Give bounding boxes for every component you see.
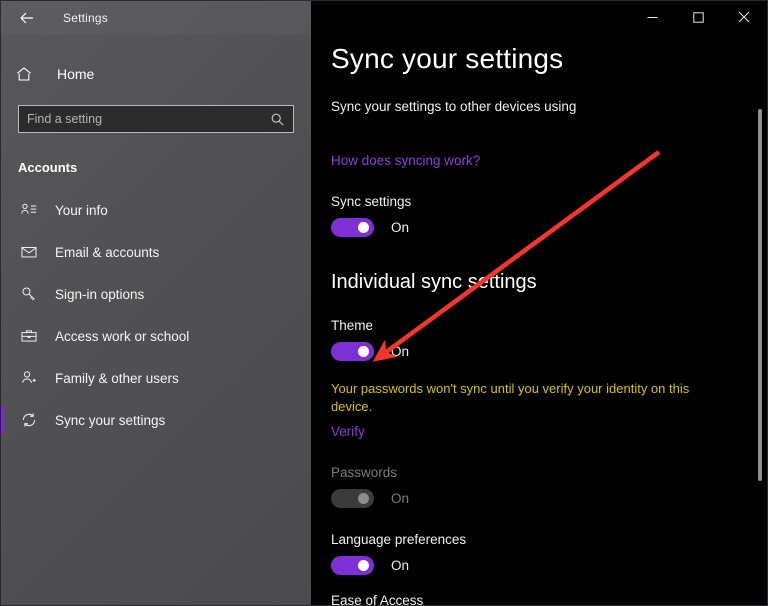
page-title: Sync your settings bbox=[331, 43, 564, 74]
verify-row: Verify bbox=[331, 423, 767, 441]
passwords-label: Passwords bbox=[331, 465, 398, 481]
sidebar-item-label: Family & other users bbox=[55, 370, 179, 386]
sync-settings-toggle-state: On bbox=[391, 220, 410, 235]
window-controls bbox=[629, 1, 767, 33]
close-button[interactable] bbox=[721, 1, 767, 33]
sidebar-item-access-work-school[interactable]: Access work or school bbox=[1, 315, 311, 357]
sidebar-home-label: Home bbox=[57, 66, 95, 82]
search-icon[interactable] bbox=[270, 112, 285, 127]
content-panel: Sync your settings Sync your settings to… bbox=[311, 1, 767, 605]
home-icon bbox=[15, 65, 41, 83]
sidebar-item-label: Email & accounts bbox=[55, 244, 160, 260]
language-preferences-label: Language preferences bbox=[331, 532, 467, 548]
sync-settings-page: Sync your settings Sync your settings to… bbox=[311, 1, 767, 605]
how-syncing-works-link[interactable]: How does syncing work? bbox=[331, 153, 480, 168]
sidebar-item-label: Sync your settings bbox=[55, 412, 166, 428]
passwords-toggle-row: On bbox=[331, 489, 767, 509]
sidebar-item-email-accounts[interactable]: Email & accounts bbox=[1, 231, 311, 273]
sidebar-item-your-info[interactable]: Your info bbox=[1, 189, 311, 231]
individual-sync-settings-heading: Individual sync settings bbox=[331, 271, 537, 293]
sync-settings-label: Sync settings bbox=[331, 194, 412, 209]
sidebar-nav: Your info Email & accounts Sign-in optio… bbox=[1, 189, 311, 441]
language-preferences-toggle-state: On bbox=[391, 558, 410, 574]
sync-settings-group: Sync settings On bbox=[331, 194, 767, 237]
maximize-button[interactable] bbox=[675, 1, 721, 33]
person-details-icon bbox=[18, 199, 40, 221]
titlebar-title: Settings bbox=[63, 11, 108, 25]
sidebar-item-sync-your-settings[interactable]: Sync your settings bbox=[1, 399, 311, 441]
back-arrow-icon[interactable] bbox=[13, 4, 41, 32]
language-preferences-group: Language preferences On bbox=[331, 532, 767, 576]
theme-toggle-state: On bbox=[391, 344, 410, 359]
sync-settings-toggle[interactable] bbox=[331, 218, 374, 237]
search-box[interactable] bbox=[18, 105, 294, 133]
sidebar-section-heading: Accounts bbox=[18, 160, 78, 175]
toggle-knob bbox=[358, 222, 369, 233]
sidebar-item-signin-options[interactable]: Sign-in options bbox=[1, 273, 311, 315]
sidebar-item-label: Sign-in options bbox=[55, 286, 145, 302]
theme-toggle[interactable] bbox=[331, 342, 374, 361]
page-subtitle: Sync your settings to other devices usin… bbox=[331, 99, 577, 114]
minimize-button[interactable] bbox=[629, 1, 675, 33]
sync-icon bbox=[18, 409, 40, 431]
briefcase-icon bbox=[18, 325, 40, 347]
selection-indicator bbox=[1, 406, 4, 434]
theme-toggle-row: On bbox=[331, 342, 767, 361]
password-sync-warning: Your passwords won't sync until you veri… bbox=[331, 381, 690, 414]
titlebar: Settings bbox=[1, 1, 311, 35]
toggle-knob bbox=[358, 560, 369, 572]
language-preferences-toggle-row: On bbox=[331, 556, 767, 576]
passwords-toggle-state: On bbox=[391, 491, 410, 507]
person-add-icon bbox=[18, 367, 40, 389]
sidebar-item-label: Access work or school bbox=[55, 328, 190, 344]
verify-link[interactable]: Verify bbox=[331, 424, 365, 439]
passwords-group: Passwords On bbox=[331, 465, 767, 509]
search-input[interactable] bbox=[27, 112, 270, 126]
account-name-line: . bbox=[331, 117, 335, 129]
envelope-icon bbox=[18, 241, 40, 263]
sync-settings-toggle-row: On bbox=[331, 218, 767, 237]
passwords-toggle[interactable] bbox=[331, 489, 374, 509]
sidebar-item-label: Your info bbox=[55, 202, 108, 218]
language-preferences-toggle[interactable] bbox=[331, 556, 374, 576]
how-syncing-works-row: How does syncing work? bbox=[331, 152, 767, 170]
key-icon bbox=[18, 283, 40, 305]
theme-group: Theme On bbox=[331, 318, 767, 361]
ease-of-access-label: Ease of Access bbox=[331, 593, 424, 605]
sidebar-item-home[interactable]: Home bbox=[1, 57, 311, 91]
theme-label: Theme bbox=[331, 318, 374, 333]
toggle-knob bbox=[358, 493, 369, 505]
content-scrollbar[interactable] bbox=[758, 109, 762, 481]
sidebar: Settings Home Accou bbox=[1, 1, 311, 605]
search-wrapper bbox=[1, 91, 311, 133]
toggle-knob bbox=[358, 346, 369, 357]
settings-window: Settings Home Accou bbox=[0, 0, 768, 606]
sidebar-item-family-other-users[interactable]: Family & other users bbox=[1, 357, 311, 399]
